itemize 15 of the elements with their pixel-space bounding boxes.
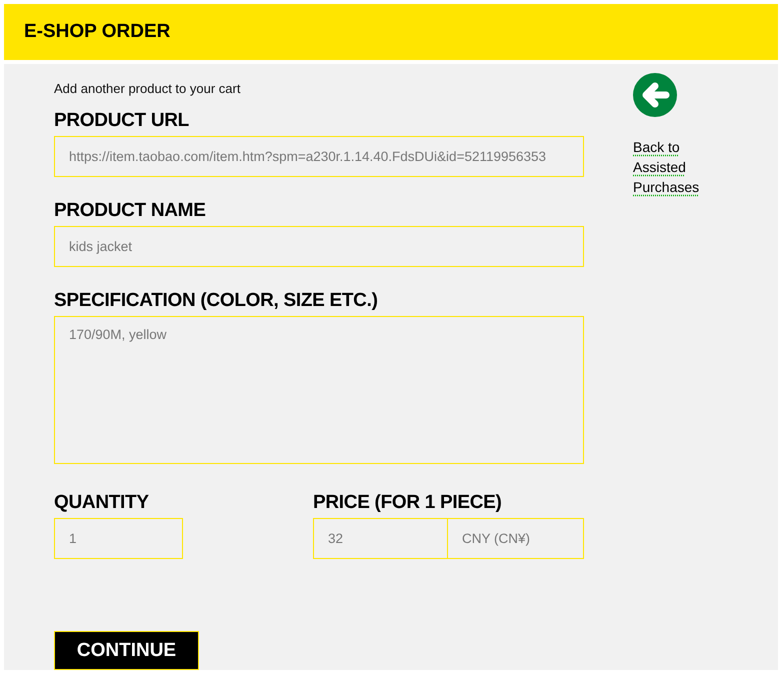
currency-field[interactable]: CNY (CN¥)	[448, 518, 584, 559]
quantity-field[interactable]: 1	[54, 518, 183, 559]
continue-button[interactable]: CONTINUE	[54, 631, 199, 670]
back-link[interactable]: Back to Assisted Purchases	[633, 137, 713, 197]
field-label: PRODUCT URL	[54, 110, 190, 132]
text-field[interactable]: kids jacket	[54, 226, 584, 267]
intro-text: Add another product to your cart	[54, 81, 242, 96]
page-title: E-SHOP ORDER	[24, 21, 170, 43]
field-label: QUANTITY	[54, 492, 150, 514]
text-field[interactable]: https://item.taobao.com/item.htm?spm=a230r.1.14.40.FdsDUi&id=52119956353	[54, 136, 584, 177]
price-field[interactable]: 32	[313, 518, 448, 559]
field-label: PRICE (FOR 1 PIECE)	[313, 492, 503, 514]
field-label: SPECIFICATION (COLOR, SIZE ETC.)	[54, 290, 379, 312]
field-label: PRODUCT NAME	[54, 200, 207, 222]
specification-field[interactable]: 170/90M, yellow	[54, 316, 584, 464]
